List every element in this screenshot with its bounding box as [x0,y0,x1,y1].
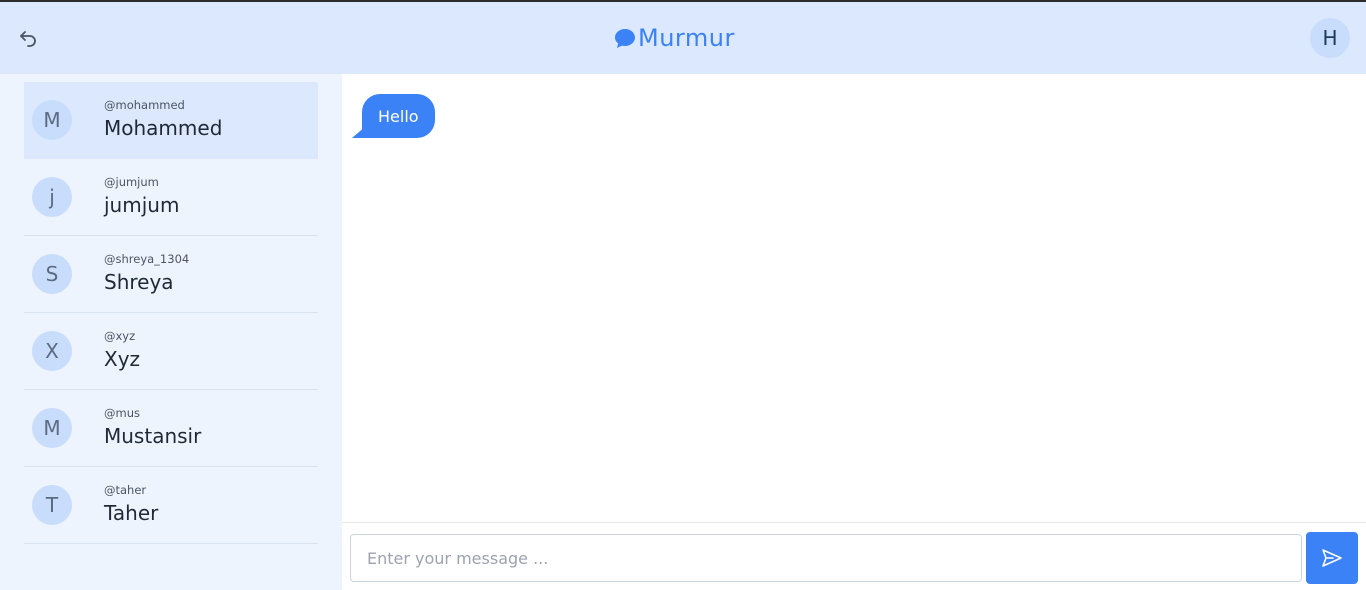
contact-name: Mohammed [104,116,223,140]
contact-name: Mustansir [104,424,202,448]
contact-handle: @mohammed [104,98,185,112]
back-button[interactable] [16,26,40,50]
app-header: Murmur H [0,2,1366,74]
contact-item-xyz[interactable]: X @xyz Xyz [24,313,318,390]
contact-name: Shreya [104,270,174,294]
contact-handle: @mus [104,406,140,420]
contacts-sidebar: M @mohammed Mohammed j @jumjum jumjum S … [0,74,342,590]
chat-area: Hello [342,74,1366,522]
contact-name: Xyz [104,347,141,371]
app-title: Murmur [638,24,735,52]
contact-item-mohammed[interactable]: M @mohammed Mohammed [24,82,318,159]
contact-avatar: S [32,254,72,294]
chat-bubble-icon [615,29,635,48]
contact-item-shreya[interactable]: S @shreya_1304 Shreya [24,236,318,313]
contact-name: jumjum [104,193,180,217]
send-icon [1322,549,1342,567]
contact-avatar: X [32,331,72,371]
contact-handle: @jumjum [104,175,159,189]
back-arrow-icon [20,31,36,47]
contact-avatar: T [32,485,72,525]
contact-avatar: j [32,177,72,217]
contact-avatar: M [32,100,72,140]
contact-item-jumjum[interactable]: j @jumjum jumjum [24,159,318,236]
contact-handle: @shreya_1304 [104,252,190,266]
contact-handle: @taher [104,483,147,497]
contact-item-taher[interactable]: T @taher Taher [24,467,318,544]
user-avatar[interactable]: H [1310,18,1350,58]
message-input[interactable] [350,534,1302,582]
brand-logo: Murmur [614,22,735,54]
contact-handle: @xyz [104,329,136,343]
send-button[interactable] [1306,532,1358,584]
contact-avatar: M [32,408,72,448]
contact-item-mustansir[interactable]: M @mus Mustansir [24,390,318,467]
contact-name: Taher [104,501,159,525]
message-bubble: Hello [362,94,435,138]
message-composer [342,522,1366,590]
